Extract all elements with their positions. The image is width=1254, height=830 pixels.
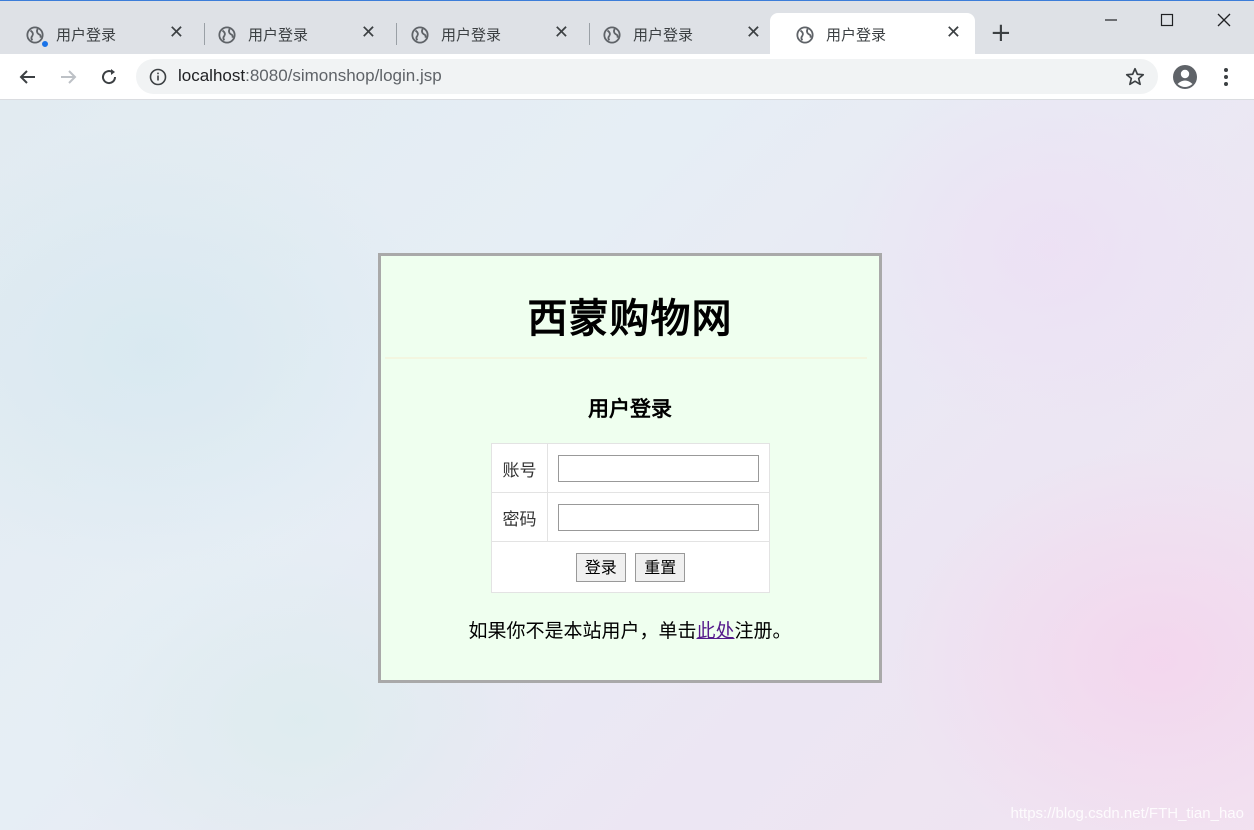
login-panel: 西蒙购物网 用户登录 账号 密码 登录 重置 如果你不是本站用户，单击此处注册。 (378, 253, 882, 683)
new-tab-button[interactable]: + (990, 19, 1012, 47)
reset-button[interactable]: 重置 (635, 552, 686, 582)
browser-tab[interactable]: 用户登录 ✕ (0, 13, 198, 55)
globe-icon (603, 26, 621, 44)
info-icon[interactable] (149, 68, 167, 86)
watermark: https://blog.csdn.net/FTH_tian_hao (1010, 805, 1244, 822)
login-button[interactable]: 登录 (575, 552, 626, 582)
browser-tab[interactable]: 用户登录 ✕ (385, 13, 583, 55)
close-icon[interactable]: ✕ (169, 23, 184, 43)
tab-title: 用户登录 (633, 26, 694, 44)
more-vert-icon (1224, 68, 1228, 86)
menu-button[interactable] (1213, 64, 1239, 90)
tab-bar: 用户登录 ✕ 用户登录 ✕ 用户登录 ✕ 用户登录 ✕ 用户登录 ✕ + (0, 0, 1254, 55)
arrow-right-icon (61, 70, 77, 84)
form-title: 用户登录 (588, 397, 672, 421)
forward-button[interactable] (54, 63, 82, 91)
close-window-button[interactable] (1209, 7, 1239, 33)
tab-title: 用户登录 (248, 26, 309, 44)
tab-title: 用户登录 (826, 26, 887, 44)
maximize-button[interactable] (1152, 7, 1182, 33)
login-form: 账号 密码 登录 重置 (491, 443, 770, 593)
browser-tab[interactable]: 用户登录 ✕ (577, 13, 775, 55)
reload-icon (102, 69, 117, 85)
minimize-button[interactable] (1096, 7, 1126, 33)
close-icon[interactable]: ✕ (554, 23, 569, 43)
profile-button[interactable] (1172, 64, 1198, 90)
star-icon[interactable] (1124, 66, 1146, 88)
site-title: 西蒙购物网 (527, 296, 733, 342)
minimize-icon (1105, 19, 1117, 21)
register-link[interactable]: 此处 (696, 620, 734, 642)
tab-title: 用户登录 (441, 26, 502, 44)
register-hint: 如果你不是本站用户，单击此处注册。 (381, 616, 879, 643)
reload-button[interactable] (95, 63, 123, 91)
browser-toolbar: localhost:8080/simonshop/login.jsp (0, 54, 1254, 100)
globe-icon (411, 26, 429, 44)
url-host: localhost (178, 66, 246, 85)
register-prefix: 如果你不是本站用户，单击 (468, 620, 697, 642)
close-window-icon (1217, 13, 1231, 27)
close-icon[interactable]: ✕ (946, 23, 961, 43)
browser-tab-active[interactable]: 用户登录 ✕ (770, 13, 975, 55)
close-icon[interactable]: ✕ (746, 23, 761, 43)
loading-indicator (41, 40, 49, 48)
password-label: 密码 (491, 492, 548, 542)
globe-icon (796, 26, 814, 44)
account-label: 账号 (491, 443, 548, 493)
browser-tab[interactable]: 用户登录 ✕ (192, 13, 390, 55)
globe-icon (218, 26, 236, 44)
account-icon (1173, 65, 1197, 89)
url-path: :8080/simonshop/login.jsp (245, 66, 442, 85)
arrow-left-icon (19, 70, 35, 84)
password-input[interactable] (558, 503, 759, 531)
address-bar[interactable]: localhost:8080/simonshop/login.jsp (136, 59, 1158, 94)
page-viewport: 西蒙购物网 用户登录 账号 密码 登录 重置 如果你不是本站用户，单击此处注册。… (0, 100, 1254, 830)
divider (385, 357, 867, 359)
register-suffix: 注册。 (734, 620, 792, 642)
url-text: localhost:8080/simonshop/login.jsp (178, 66, 442, 86)
tab-title: 用户登录 (56, 26, 117, 44)
account-input[interactable] (558, 454, 759, 482)
back-button[interactable] (14, 63, 42, 91)
maximize-icon (1160, 13, 1174, 27)
close-icon[interactable]: ✕ (361, 23, 376, 43)
